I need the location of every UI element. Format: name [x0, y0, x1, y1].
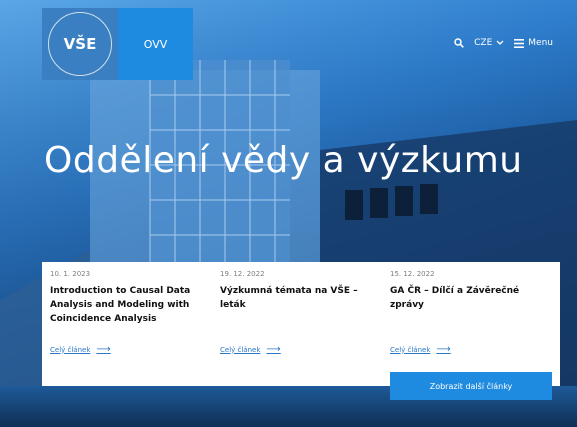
arrow-right-icon: ⟶ — [266, 344, 281, 355]
article-date: 10. 1. 2023 — [50, 270, 91, 278]
news-cards: 10. 1. 2023 Introduction to Causal Data … — [42, 262, 560, 386]
article-title[interactable]: Introduction to Causal Data Analysis and… — [50, 284, 210, 326]
hamburger-icon — [514, 38, 525, 48]
more-articles-button[interactable]: Zobrazit další články — [390, 372, 552, 400]
page-title: Oddělení vědy a výzkumu — [44, 140, 523, 181]
vse-logo[interactable]: VŠE — [42, 8, 118, 80]
article-link-label[interactable]: Celý článek — [390, 346, 430, 354]
article-link-label[interactable]: Celý článek — [50, 346, 90, 354]
arrow-right-icon: ⟶ — [96, 344, 111, 355]
article-link[interactable]: Celý článek ⟶ — [390, 344, 451, 355]
page: VŠE OVV CZE Menu Oddělení vědy a výzkumu — [0, 0, 577, 427]
language-selector[interactable]: CZE — [474, 38, 504, 48]
article-link[interactable]: Celý článek ⟶ — [50, 344, 111, 355]
top-navigation: CZE Menu — [454, 38, 553, 48]
article-link[interactable]: Celý článek ⟶ — [220, 344, 281, 355]
language-label: CZE — [474, 38, 493, 48]
article-title[interactable]: GA ČR – Dílčí a Závěrečné zprávy — [390, 284, 550, 312]
article-link-label[interactable]: Celý článek — [220, 346, 260, 354]
article-date: 15. 12. 2022 — [390, 270, 435, 278]
search-button[interactable] — [454, 38, 465, 48]
chevron-down-icon — [496, 40, 504, 45]
menu-label: Menu — [528, 38, 553, 48]
tab-ovv[interactable]: OVV — [118, 8, 193, 80]
news-card: 15. 12. 2022 GA ČR – Dílčí a Závěrečné z… — [390, 262, 550, 355]
news-card: 19. 12. 2022 Výzkumná témata na VŠE – le… — [220, 262, 380, 355]
menu-button[interactable]: Menu — [514, 38, 553, 48]
news-card: 10. 1. 2023 Introduction to Causal Data … — [50, 262, 210, 355]
article-title[interactable]: Výzkumná témata na VŠE – leták — [220, 284, 380, 312]
logo-text: VŠE — [63, 35, 97, 53]
search-icon — [454, 38, 465, 48]
article-date: 19. 12. 2022 — [220, 270, 265, 278]
logo-ring: VŠE — [48, 12, 112, 76]
arrow-right-icon: ⟶ — [436, 344, 451, 355]
